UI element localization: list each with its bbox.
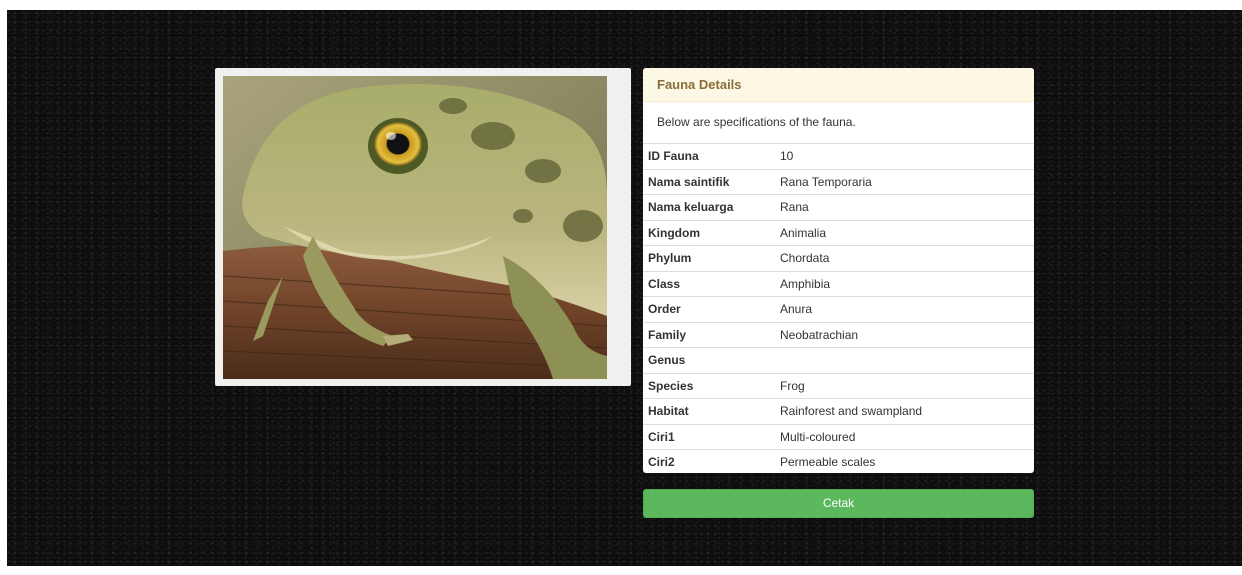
table-row: Ciri2 Permeable scales (643, 449, 1034, 473)
table-row: Order Anura (643, 296, 1034, 322)
fauna-photo-frame (215, 68, 631, 386)
table-row: ID Fauna 10 (643, 143, 1034, 169)
row-key: Family (643, 321, 773, 348)
row-value: Permeable scales (773, 449, 1034, 473)
row-value (773, 347, 1034, 373)
row-value: Multi-coloured (773, 423, 1034, 450)
table-row: Phylum Chordata (643, 245, 1034, 271)
fauna-details-panel: Fauna Details Below are specifications o… (643, 68, 1034, 473)
row-key: Class (643, 270, 773, 297)
frog-photo (223, 76, 607, 379)
table-row: Ciri1 Multi-coloured (643, 423, 1034, 450)
row-key: Nama keluarga (643, 194, 773, 220)
table-row: Habitat Rainforest and swampland (643, 398, 1034, 424)
row-key: Kingdom (643, 219, 773, 246)
row-key: Ciri1 (643, 423, 773, 450)
row-value: Rana Temporaria (773, 168, 1034, 195)
table-row: Nama keluarga Rana (643, 194, 1034, 220)
row-value: Animalia (773, 219, 1034, 246)
print-button[interactable]: Cetak (643, 489, 1034, 518)
row-value: Anura (773, 296, 1034, 322)
row-value: Rainforest and swampland (773, 398, 1034, 424)
table-row: Genus (643, 347, 1034, 373)
table-row: Family Neobatrachian (643, 321, 1034, 348)
row-value: Amphibia (773, 270, 1034, 297)
row-key: Habitat (643, 398, 773, 424)
row-key: Phylum (643, 245, 773, 271)
table-row: Kingdom Animalia (643, 219, 1034, 246)
row-value: Neobatrachian (773, 321, 1034, 348)
table-row: Species Frog (643, 372, 1034, 399)
fauna-details-table: ID Fauna 10 Nama saintifik Rana Temporaria… (643, 143, 1034, 473)
row-value: Frog (773, 372, 1034, 399)
row-key: Species (643, 372, 773, 399)
row-key: Ciri2 (643, 449, 773, 473)
row-key: Nama saintifik (643, 168, 773, 195)
row-key: Order (643, 296, 773, 322)
row-key: ID Fauna (643, 143, 773, 169)
panel-heading: Fauna Details (643, 68, 1034, 102)
row-value: Rana (773, 194, 1034, 220)
row-value: Chordata (773, 245, 1034, 271)
row-value: 10 (773, 143, 1034, 169)
table-row: Class Amphibia (643, 270, 1034, 297)
panel-description: Below are specifications of the fauna. (657, 115, 856, 129)
table-row: Nama saintifik Rana Temporaria (643, 168, 1034, 195)
row-key: Genus (643, 347, 773, 373)
